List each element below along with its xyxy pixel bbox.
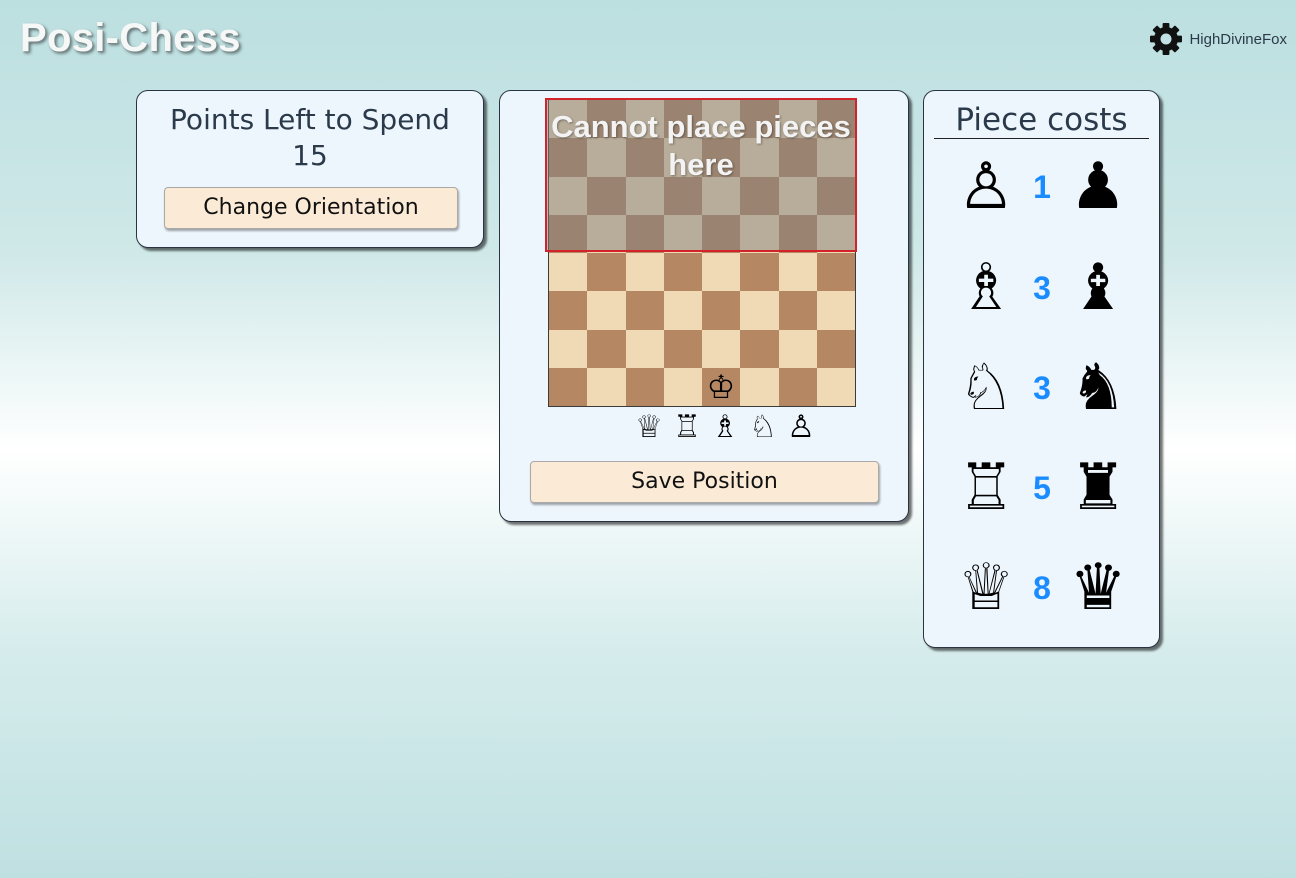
board-square[interactable] <box>625 329 664 368</box>
rook-cost: 5 <box>1033 470 1051 506</box>
board-panel: ♔ Cannot place pieces here ♕ ♖ ♗ ♘ ♙ Save Po… <box>499 90 909 522</box>
save-position-button[interactable]: Save Position <box>530 461 879 503</box>
change-orientation-button[interactable]: Change Orientation <box>164 187 458 229</box>
board-square[interactable] <box>740 367 779 406</box>
tray-bishop-piece[interactable]: ♗ <box>706 409 744 445</box>
pawn-cost: 1 <box>1033 169 1051 205</box>
board-square[interactable] <box>625 291 664 330</box>
board-square[interactable] <box>663 253 702 292</box>
board-square[interactable] <box>663 329 702 368</box>
restricted-zone-message: Cannot place pieces here <box>551 109 851 182</box>
white-king-piece[interactable]: ♔ <box>702 368 740 406</box>
board-square[interactable] <box>740 329 779 368</box>
cost-row-pawn: ♙ 1 ♟ <box>924 147 1161 227</box>
board-square[interactable] <box>587 329 626 368</box>
cost-row-knight: ♘ 3 ♞ <box>924 348 1161 428</box>
board-square[interactable] <box>549 253 588 292</box>
piece-costs-panel: Piece costs ♙ 1 ♟ ♗ 3 ♝ ♘ 3 ♞ ♖ 5 ♜ ♕ 8 ♛ <box>923 90 1160 648</box>
board-square[interactable] <box>702 253 741 292</box>
app-logo[interactable]: Posi-Chess <box>20 16 241 61</box>
points-left-label: Points Left to Spend <box>170 103 450 136</box>
board-square[interactable] <box>778 329 817 368</box>
knight-cost: 3 <box>1033 370 1051 406</box>
board-square[interactable] <box>816 329 855 368</box>
board-square[interactable] <box>587 253 626 292</box>
cost-row-bishop: ♗ 3 ♝ <box>924 248 1161 328</box>
tray-pawn-piece[interactable]: ♙ <box>782 409 820 445</box>
board-square[interactable] <box>778 291 817 330</box>
title-divider <box>934 138 1149 139</box>
tray-knight-piece[interactable]: ♘ <box>744 409 782 445</box>
queen-cost: 8 <box>1033 570 1051 606</box>
cost-row-queen: ♕ 8 ♛ <box>924 548 1161 628</box>
board-square[interactable] <box>663 291 702 330</box>
board-square[interactable] <box>740 253 779 292</box>
board-square[interactable] <box>816 291 855 330</box>
gear-icon[interactable] <box>1149 22 1183 56</box>
white-knight-icon: ♘ <box>957 351 1015 425</box>
black-queen-icon: ♛ <box>1069 551 1127 625</box>
black-rook-icon: ♜ <box>1069 451 1127 525</box>
board-square[interactable] <box>625 253 664 292</box>
points-panel: Points Left to Spend 15 Change Orientati… <box>136 90 484 248</box>
bishop-cost: 3 <box>1033 270 1051 306</box>
board-square[interactable] <box>816 367 855 406</box>
tray-rook-piece[interactable]: ♖ <box>668 409 706 445</box>
board-square[interactable] <box>816 253 855 292</box>
board-square[interactable] <box>702 291 741 330</box>
black-knight-icon: ♞ <box>1069 351 1127 425</box>
board-square[interactable] <box>778 367 817 406</box>
board-square[interactable] <box>587 367 626 406</box>
tray-queen-piece[interactable]: ♕ <box>630 409 668 445</box>
board-square[interactable] <box>625 367 664 406</box>
board-square[interactable] <box>740 291 779 330</box>
points-left-value: 15 <box>292 139 328 172</box>
piece-costs-title: Piece costs <box>955 102 1128 138</box>
board-square[interactable]: ♔ <box>702 367 741 406</box>
board-square[interactable] <box>549 329 588 368</box>
board-square[interactable] <box>549 367 588 406</box>
black-pawn-icon: ♟ <box>1069 150 1127 224</box>
piece-tray: ♕ ♖ ♗ ♘ ♙ <box>630 409 820 445</box>
white-bishop-icon: ♗ <box>957 251 1015 325</box>
black-bishop-icon: ♝ <box>1069 251 1127 325</box>
board-square[interactable] <box>663 367 702 406</box>
board-square[interactable] <box>549 291 588 330</box>
cost-row-rook: ♖ 5 ♜ <box>924 448 1161 528</box>
board-square[interactable] <box>702 329 741 368</box>
username[interactable]: HighDivineFox <box>1189 31 1287 48</box>
restricted-zone-overlay: Cannot place pieces here <box>545 98 857 252</box>
white-pawn-icon: ♙ <box>957 150 1015 224</box>
user-menu[interactable]: HighDivineFox <box>1149 22 1287 56</box>
white-queen-icon: ♕ <box>957 551 1015 625</box>
white-rook-icon: ♖ <box>957 451 1015 525</box>
board-square[interactable] <box>778 253 817 292</box>
board-square[interactable] <box>587 291 626 330</box>
